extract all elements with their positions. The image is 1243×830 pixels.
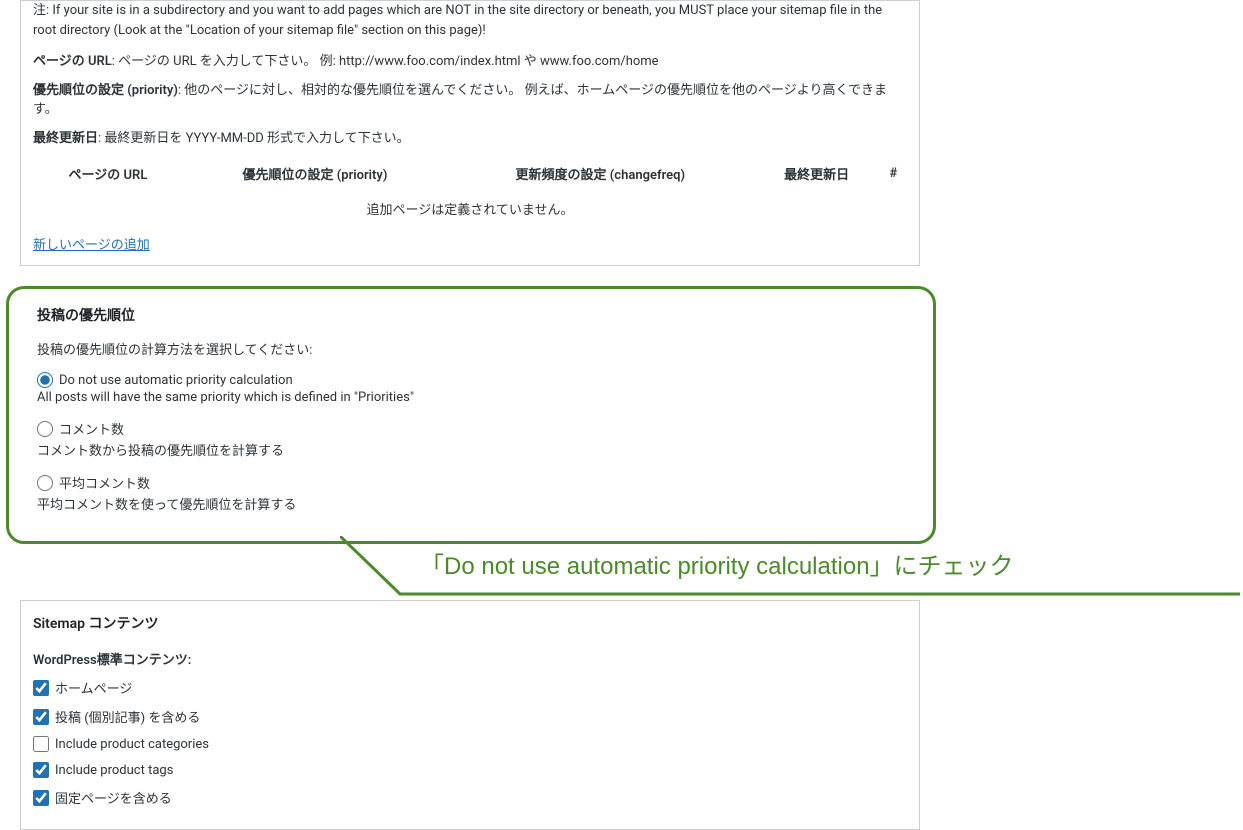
add-new-page-link[interactable]: 新しいページの追加 xyxy=(33,234,150,253)
post-priority-box: 投稿の優先順位 投稿の優先順位の計算方法を選択してください: Do not us… xyxy=(6,286,936,544)
priority-description: 優先順位の設定 (priority): 他のページに対し、相対的な優先順位を選ん… xyxy=(33,79,907,117)
lastmod-label: 最終更新日 xyxy=(33,131,98,146)
checkbox-label-4: 固定ページを含める xyxy=(55,788,172,807)
checkbox-homepage[interactable] xyxy=(33,680,49,696)
checkbox-label-0: ホームページ xyxy=(55,678,132,697)
radio-avg-comment-count[interactable] xyxy=(37,475,53,491)
checkbox-item-product-categories: Include product categories xyxy=(33,736,907,752)
radio-label-1: コメント数 xyxy=(59,419,124,438)
checkbox-pages[interactable] xyxy=(33,790,49,806)
checkbox-label-1: 投稿 (個別記事) を含める xyxy=(55,707,200,726)
radio-no-auto-priority[interactable] xyxy=(37,372,53,388)
sitemap-contents-box: Sitemap コンテンツ WordPress標準コンテンツ: ホームページ 投… xyxy=(20,600,920,830)
lastmod-description: 最終更新日: 最終更新日を YYYY-MM-DD 形式で入力して下さい。 xyxy=(33,127,907,146)
table-header-priority: 優先順位の設定 (priority) xyxy=(183,156,447,191)
radio-group-2: 平均コメント数 平均コメント数を使って優先順位を計算する xyxy=(37,473,913,513)
sitemap-subsection-title: WordPress標準コンテンツ: xyxy=(33,649,907,668)
additional-pages-box: 注: If your site is in a subdirectory and… xyxy=(20,0,920,266)
table-header-url: ページの URL xyxy=(33,156,183,191)
checkbox-item-pages: 固定ページを含める xyxy=(33,788,907,807)
table-header-hash: # xyxy=(880,156,907,191)
table-header-lastmod: 最終更新日 xyxy=(754,156,880,191)
additional-pages-table: ページの URL 優先順位の設定 (priority) 更新頻度の設定 (cha… xyxy=(33,156,907,226)
priority-box-title: 投稿の優先順位 xyxy=(37,305,913,325)
callout-text: 「Do not use automatic priority calculati… xyxy=(420,546,1014,581)
url-label: ページの URL xyxy=(33,54,112,69)
sitemap-box-title: Sitemap コンテンツ xyxy=(33,613,907,633)
checkbox-product-categories[interactable] xyxy=(33,736,49,752)
radio-group-1: コメント数 コメント数から投稿の優先順位を計算する xyxy=(37,419,913,459)
radio-label-2: 平均コメント数 xyxy=(59,473,150,492)
radio-desc-1: コメント数から投稿の優先順位を計算する xyxy=(37,440,913,459)
url-description: ページの URL: ページの URL を入力して下さい。 例: http://w… xyxy=(33,50,907,69)
lastmod-desc: : 最終更新日を YYYY-MM-DD 形式で入力して下さい。 xyxy=(98,131,410,146)
checkbox-item-homepage: ホームページ xyxy=(33,678,907,697)
url-desc: : ページの URL を入力して下さい。 例: http://www.foo.c… xyxy=(112,54,659,69)
checkbox-product-tags[interactable] xyxy=(33,762,49,778)
table-header-changefreq: 更新頻度の設定 (changefreq) xyxy=(447,156,754,191)
radio-label-0: Do not use automatic priority calculatio… xyxy=(59,373,293,388)
radio-desc-2: 平均コメント数を使って優先順位を計算する xyxy=(37,494,913,513)
checkbox-posts[interactable] xyxy=(33,709,49,725)
note-text: 注: If your site is in a subdirectory and… xyxy=(33,1,907,40)
checkbox-label-2: Include product categories xyxy=(55,737,209,752)
checkbox-label-3: Include product tags xyxy=(55,763,173,778)
radio-desc-0: All posts will have the same priority wh… xyxy=(37,390,913,405)
callout-annotation: 「Do not use automatic priority calculati… xyxy=(0,536,1243,596)
checkbox-item-product-tags: Include product tags xyxy=(33,762,907,778)
priority-label: 優先順位の設定 (priority) xyxy=(33,83,178,98)
radio-group-0: Do not use automatic priority calculatio… xyxy=(37,372,913,405)
radio-comment-count[interactable] xyxy=(37,421,53,437)
checkbox-item-posts: 投稿 (個別記事) を含める xyxy=(33,707,907,726)
table-empty-message: 追加ページは定義されていません。 xyxy=(33,191,907,226)
priority-box-intro: 投稿の優先順位の計算方法を選択してください: xyxy=(37,339,913,358)
